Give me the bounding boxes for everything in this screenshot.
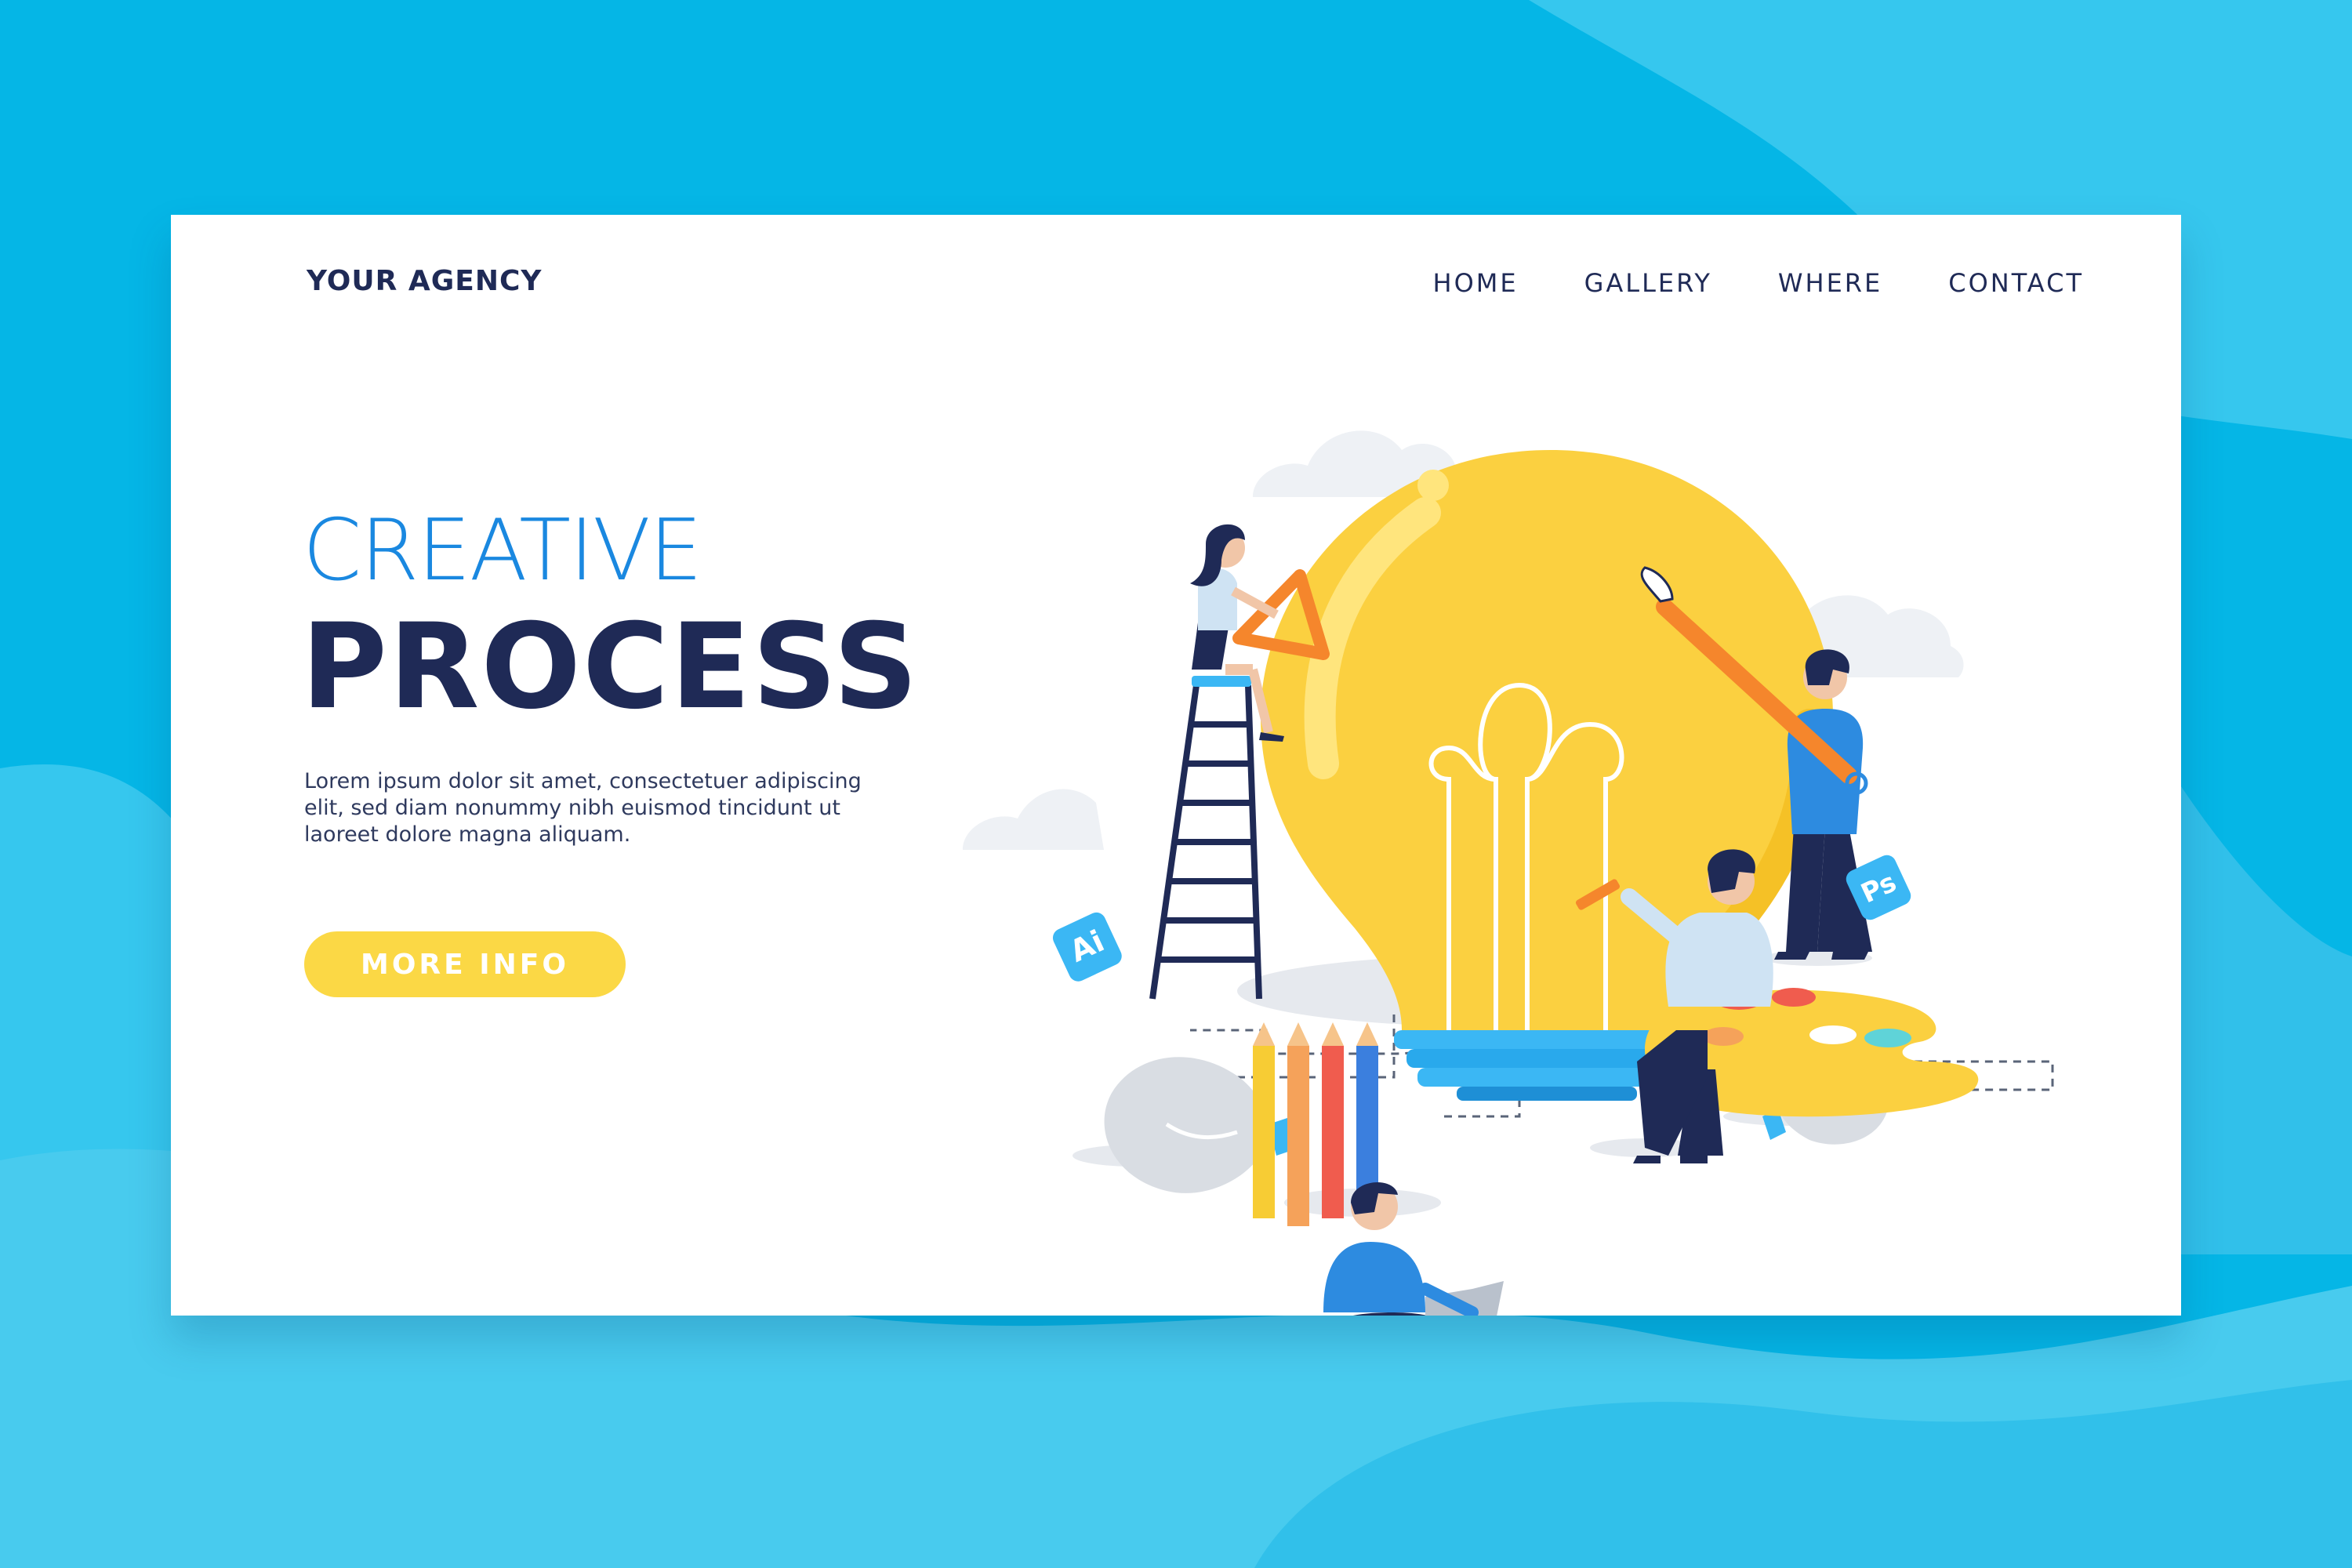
landing-page-card: YOUR AGENCY HOME GALLERY WHERE CONTACT C… xyxy=(171,215,2181,1316)
ladder xyxy=(1149,684,1262,1000)
creative-process-illustration: Ai Ps xyxy=(963,430,2054,1316)
ai-badge: Ai xyxy=(1052,912,1122,982)
